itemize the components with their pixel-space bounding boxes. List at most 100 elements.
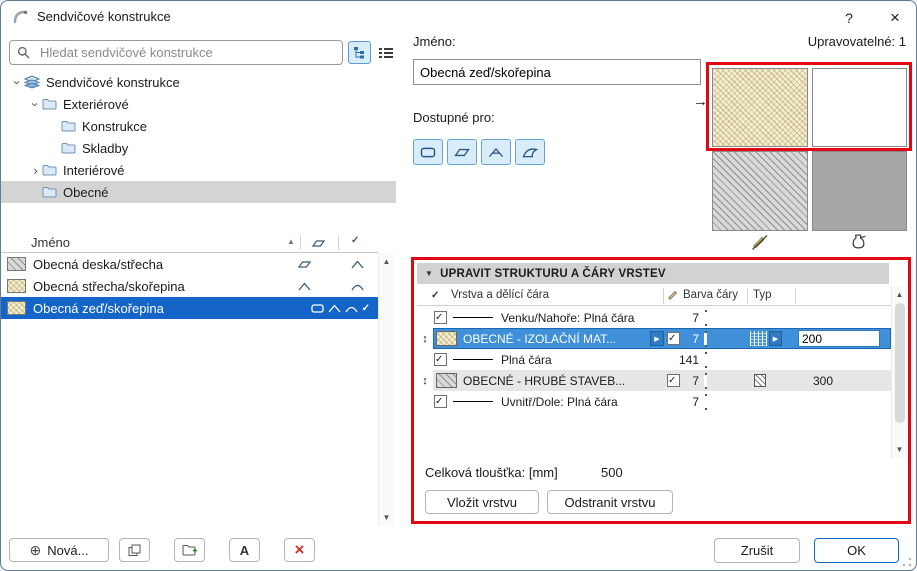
tree-item-skladby[interactable]: Skladby xyxy=(1,137,396,159)
fill-type-icon[interactable] xyxy=(754,374,766,387)
layer-row-middle-line[interactable]: ✓ Plná čára 141 xyxy=(417,349,891,370)
tree-item-exterierove[interactable]: › Exteriérové xyxy=(1,93,396,115)
scroll-down-icon[interactable]: ▼ xyxy=(896,445,904,454)
layer-column-header[interactable]: Vrstva a dělící čára xyxy=(451,289,549,301)
plus-circle-icon: ⊕ xyxy=(29,541,42,558)
folder-icon xyxy=(42,98,57,110)
pen-checkbox[interactable]: ✓ xyxy=(667,374,680,387)
pen-color-swatch[interactable] xyxy=(705,394,707,410)
duplicate-button[interactable] xyxy=(119,538,150,562)
collapse-icon[interactable]: ▼ xyxy=(425,269,433,278)
wall-toggle[interactable] xyxy=(413,139,443,165)
cut-fill-preview-inner[interactable] xyxy=(812,68,907,147)
pen-checkbox[interactable]: ✓ xyxy=(667,332,680,345)
new-folder-button[interactable] xyxy=(174,538,205,562)
line-color-column-header[interactable]: Barva čáry xyxy=(683,289,738,301)
drag-handle[interactable]: ↕ xyxy=(418,328,432,349)
chevron-down-icon[interactable]: › xyxy=(10,76,25,89)
line-type-popup-button[interactable]: ▶ xyxy=(769,331,782,346)
editable-count-label: Upravovatelné: 1 xyxy=(807,34,906,49)
pen-number[interactable]: 7 xyxy=(681,370,699,391)
layer-row-structural[interactable]: ↕ OBECNÉ - HRUBÉ STAVEB... ✓ 7 300 xyxy=(417,370,891,391)
layer-row-inner-line[interactable]: ✓ Uvnitř/Dole: Plná čára 7 xyxy=(417,391,891,412)
drag-handle[interactable]: ↕ xyxy=(418,370,432,391)
type-column-header[interactable]: Typ xyxy=(753,289,772,301)
help-button[interactable]: ? xyxy=(837,7,861,29)
list-view-toggle[interactable] xyxy=(374,41,397,64)
title-bar: Sendvičové konstrukce ? × xyxy=(1,1,916,33)
list-header[interactable]: Jméno ▲ ✓ xyxy=(1,232,378,253)
window-title: Sendvičové konstrukce xyxy=(37,9,171,24)
available-for-toggles xyxy=(413,139,545,165)
pen-number[interactable]: 7 xyxy=(673,307,699,328)
shell-icon xyxy=(351,284,364,290)
tree-item-sendvicove-konstrukce[interactable]: › Sendvičové konstrukce xyxy=(1,71,396,93)
sort-ascending-icon[interactable]: ▲ xyxy=(287,237,295,246)
new-button[interactable]: ⊕ Nová... xyxy=(9,538,109,562)
pen-color-swatch[interactable] xyxy=(705,352,707,368)
pen-number[interactable]: 7 xyxy=(673,391,699,412)
list-item-obecna-deska-strecha[interactable]: Obecná deska/střecha xyxy=(1,253,378,275)
material-popup-button[interactable]: ▶ xyxy=(650,331,664,346)
name-input[interactable] xyxy=(413,59,701,85)
roof-icon xyxy=(351,259,364,268)
name-column-header[interactable]: Jméno xyxy=(31,235,70,250)
shell-icon xyxy=(522,147,538,157)
layer-row-insulation[interactable]: ↕ OBECNÉ - IZOLAČNÍ MAT... ▶ ✓ 7 ▶ xyxy=(417,328,891,349)
surface-material-icon[interactable] xyxy=(850,233,867,255)
folder-icon xyxy=(61,120,76,132)
thickness-input[interactable] xyxy=(798,330,880,347)
pen-color-swatch[interactable] xyxy=(705,373,707,389)
list-scrollbar[interactable]: ▲ ▼ xyxy=(378,253,394,526)
surface-preview-inner[interactable] xyxy=(812,151,907,231)
tree-item-interierove[interactable]: › Interiérové xyxy=(1,159,396,181)
cancel-button[interactable]: Zrušit xyxy=(714,538,800,563)
folder-icon xyxy=(61,142,76,154)
tree-item-obecne[interactable]: Obecné xyxy=(1,181,396,203)
list-item-obecna-strecha-skorepina[interactable]: Obecná střecha/skořepina xyxy=(1,275,378,297)
list-item-name: Obecná střecha/skořepina xyxy=(33,278,185,294)
slab-icon xyxy=(454,148,470,156)
roof-icon xyxy=(489,147,503,157)
layer-row-outer-line[interactable]: ✓ Venku/Nahoře: Plná čára 7 xyxy=(417,307,891,328)
shell-toggle[interactable] xyxy=(515,139,545,165)
pen-number[interactable]: 7 xyxy=(681,328,699,349)
layers-scrollbar[interactable]: ▲ ▼ xyxy=(891,286,907,458)
line-visibility-checkbox[interactable]: ✓ xyxy=(434,395,447,408)
remove-layer-button[interactable]: Odstranit vrstvu xyxy=(547,490,673,514)
line-sample xyxy=(453,317,493,318)
tree-view-toggle[interactable] xyxy=(348,41,371,64)
roof-toggle[interactable] xyxy=(481,139,511,165)
ok-button[interactable]: OK xyxy=(814,538,899,563)
surface-preview-outer[interactable] xyxy=(712,151,808,231)
chevron-down-icon[interactable]: › xyxy=(28,98,43,111)
list-item-obecna-zed-skorepina[interactable]: Obecná zeď/skořepina ✓ xyxy=(1,297,378,319)
scroll-up-icon[interactable]: ▲ xyxy=(896,290,904,299)
tree-item-konstrukce[interactable]: Konstrukce xyxy=(1,115,396,137)
line-visibility-checkbox[interactable]: ✓ xyxy=(434,311,447,324)
chevron-right-icon[interactable]: › xyxy=(29,163,42,178)
new-button-label: Nová... xyxy=(47,542,89,558)
line-sample xyxy=(453,401,493,402)
cut-fill-preview-outer[interactable] xyxy=(712,68,808,147)
edit-structure-section-header[interactable]: ▼ UPRAVIT STRUKTURU A ČÁRY VRSTEV xyxy=(417,263,889,284)
pen-number[interactable]: 141 xyxy=(669,349,699,370)
line-type-preview[interactable] xyxy=(750,331,767,346)
slab-toggle[interactable] xyxy=(447,139,477,165)
pen-color-swatch[interactable] xyxy=(705,310,707,326)
line-visibility-checkbox[interactable]: ✓ xyxy=(434,353,447,366)
delete-button[interactable]: × xyxy=(284,538,315,562)
pen-color-swatch[interactable] xyxy=(705,331,707,347)
new-folder-icon xyxy=(182,544,197,555)
close-button[interactable]: × xyxy=(881,7,909,29)
composite-structures-dialog: Sendvičové konstrukce ? × › Sendvičové k… xyxy=(0,0,917,571)
thickness-value[interactable]: 300 xyxy=(813,370,833,391)
scroll-down-icon[interactable]: ▼ xyxy=(383,513,391,522)
scrollbar-thumb[interactable] xyxy=(895,303,905,423)
insert-layer-button[interactable]: Vložit vrstvu xyxy=(425,490,539,514)
search-input[interactable] xyxy=(9,40,343,65)
rename-button[interactable]: A xyxy=(229,538,260,562)
cut-fill-pens-icon[interactable] xyxy=(750,234,769,256)
scroll-up-icon[interactable]: ▲ xyxy=(383,257,391,266)
resize-grip[interactable] xyxy=(902,557,912,567)
